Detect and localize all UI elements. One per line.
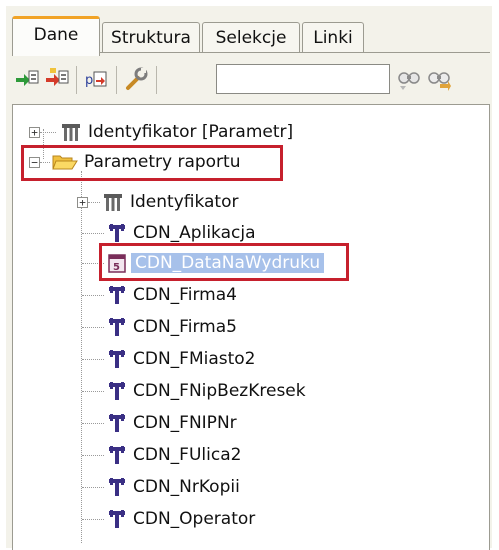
highlight-box [99, 243, 349, 281]
toolbar-separator [76, 66, 77, 94]
tab-struktura[interactable]: Struktura [102, 22, 200, 53]
tree-connector [82, 327, 104, 328]
text-field-icon [109, 286, 125, 304]
text-field-icon [109, 510, 125, 528]
tree-node-label: CDN_Aplikacja [133, 223, 256, 243]
tree-connector [82, 455, 104, 456]
tree-connector [82, 519, 104, 520]
tab-label: Selekcje [215, 28, 287, 48]
tree-node-label: CDN_NrKopii [133, 477, 240, 497]
tree-node-label: CDN_FUlica2 [133, 445, 242, 465]
tree-node-cdn-nrkopii[interactable]: CDN_NrKopii [107, 472, 240, 502]
insert-text-icon[interactable]: p [84, 66, 110, 92]
toolbar-separator [156, 66, 157, 94]
text-field-icon [109, 478, 125, 496]
expand-icon[interactable]: + [77, 196, 88, 208]
tree-node-cdn-firma4[interactable]: CDN_Firma4 [107, 280, 237, 310]
properties-wrench-icon[interactable] [124, 66, 150, 92]
tree-connector [82, 295, 104, 296]
text-field-icon [109, 224, 125, 242]
tab-selekcje[interactable]: Selekcje [202, 22, 300, 53]
tree-connector [82, 423, 104, 424]
tree-connector [40, 132, 56, 133]
toolbar: p [12, 60, 490, 100]
text-field-icon [109, 318, 125, 336]
tree-node-cdn-fnipbezkresek[interactable]: CDN_FNipBezKresek [107, 376, 306, 406]
tree-connector [82, 391, 104, 392]
text-field-icon [109, 414, 125, 432]
tree-node-label: CDN_Firma5 [133, 317, 237, 337]
tab-strip: Dane Struktura Selekcje Linki [12, 16, 492, 56]
tree-node-cdn-fnipnr[interactable]: CDN_FNIPNr [107, 408, 237, 438]
tree-node-label: Identyfikator [Parametr] [88, 122, 294, 142]
tab-linki[interactable]: Linki [302, 22, 364, 53]
tab-label: Struktura [111, 28, 191, 48]
tab-label: Linki [313, 28, 353, 48]
text-field-icon [109, 446, 125, 464]
tree-node-identyfikator[interactable]: + Identyfikator [77, 187, 239, 217]
text-field-icon [109, 382, 125, 400]
tree-node-cdn-fulica2[interactable]: CDN_FUlica2 [107, 440, 241, 470]
tree-node-label: CDN_Operator [133, 509, 256, 529]
tree-node-cdn-fmiasto2[interactable]: CDN_FMiasto2 [107, 344, 256, 374]
parameter-list-icon [62, 124, 80, 141]
find-next-icon[interactable] [426, 66, 452, 92]
tree-connector [82, 233, 104, 234]
tree-node-label: CDN_Firma4 [133, 285, 237, 305]
tree-node-label: Identyfikator [130, 192, 239, 212]
expand-icon[interactable]: + [29, 126, 40, 138]
tree-connector [88, 202, 100, 203]
search-input[interactable] [216, 64, 390, 94]
parameter-list-icon [104, 194, 122, 211]
svg-text:p: p [85, 73, 93, 88]
tree-connector [82, 487, 104, 488]
tree-node-label: CDN_FNipBezKresek [133, 381, 306, 401]
tab-dane[interactable]: Dane [12, 16, 100, 56]
tree-connector [82, 359, 104, 360]
tree-node-identyfikator-parametr[interactable]: + Identyfikator [Parametr] [29, 117, 293, 147]
text-field-icon [109, 350, 125, 368]
highlight-box [21, 145, 283, 181]
add-field-icon[interactable] [14, 66, 40, 92]
tree-node-label: CDN_FMiasto2 [133, 349, 256, 369]
add-subfield-icon[interactable] [44, 66, 70, 92]
data-tree: + Identyfikator [Parametr] − Parametry r… [12, 104, 490, 550]
toolbar-separator [116, 66, 117, 94]
tab-label: Dane [33, 25, 79, 45]
find-icon[interactable] [396, 66, 422, 92]
tree-node-label: CDN_FNIPNr [133, 413, 237, 433]
tree-node-cdn-operator[interactable]: CDN_Operator [107, 504, 255, 534]
tree-node-cdn-firma5[interactable]: CDN_Firma5 [107, 312, 237, 342]
